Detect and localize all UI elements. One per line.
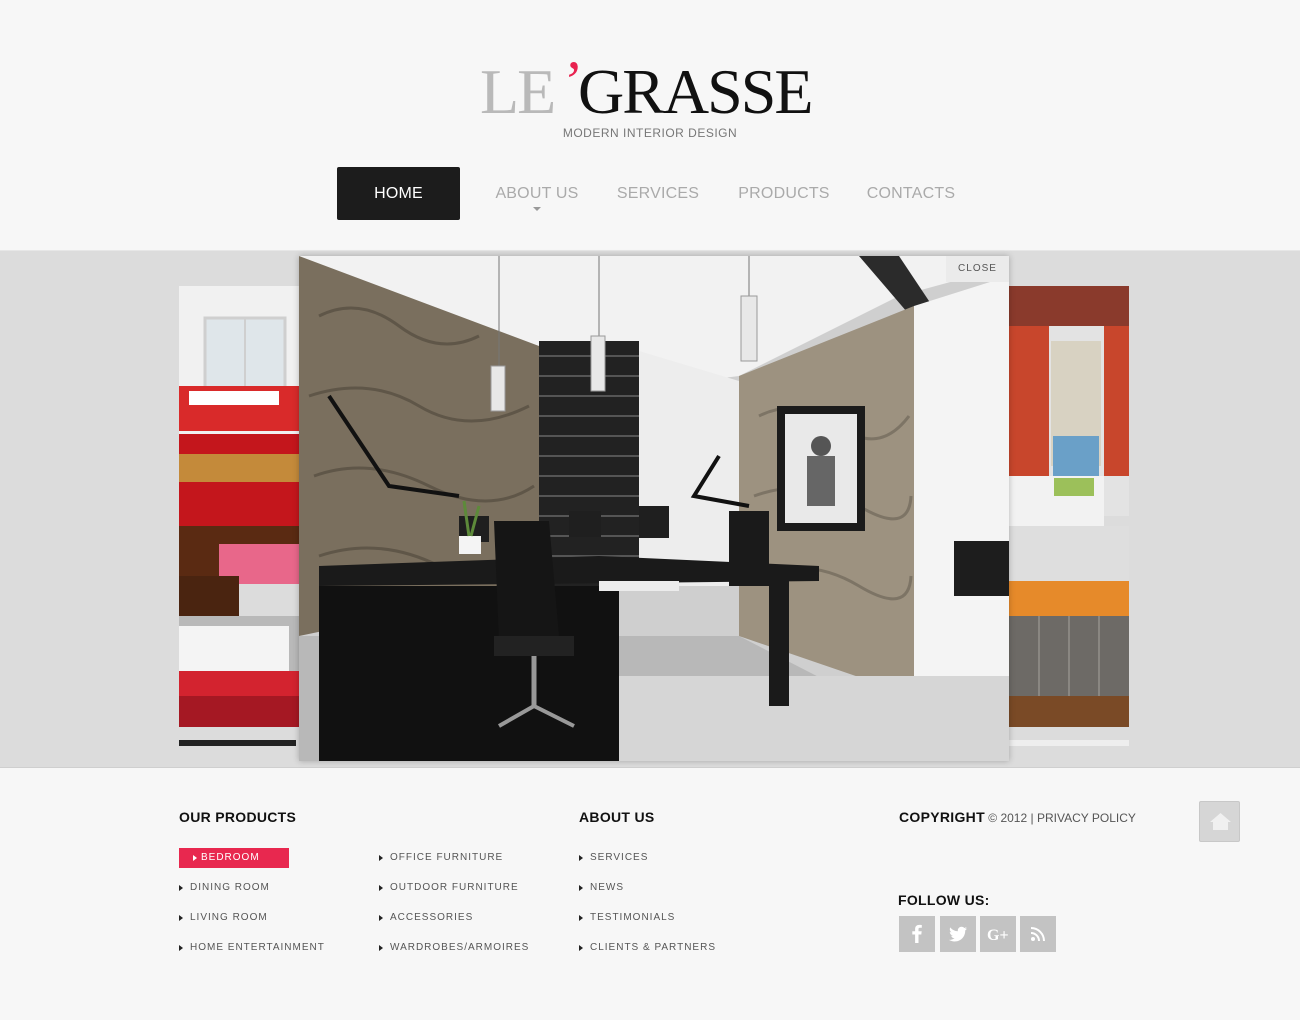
our-products-title: OUR PRODUCTS xyxy=(179,809,297,825)
footer-link-office-furniture[interactable]: OFFICE FURNITURE xyxy=(378,848,503,868)
slide-progress-left xyxy=(179,740,296,746)
copyright-line: COPYRIGHT © 2012 | PRIVACY POLICY xyxy=(899,809,1136,825)
twitter-icon[interactable] xyxy=(940,916,976,952)
footer-link-bedroom[interactable]: BEDROOM xyxy=(179,848,289,868)
footer-link-wardrobes[interactable]: WARDROBES/ARMOIRES xyxy=(378,938,529,958)
footer-link-dining-room[interactable]: DINING ROOM xyxy=(178,878,270,898)
nav-home[interactable]: HOME xyxy=(337,167,460,220)
logo-grasse: GRASSE xyxy=(578,56,813,127)
footer-link-testimonials[interactable]: TESTIMONIALS xyxy=(578,908,675,928)
close-button[interactable]: CLOSE xyxy=(946,256,1009,282)
footer-link-accessories[interactable]: ACCESSORIES xyxy=(378,908,473,928)
follow-us-title: FOLLOW US: xyxy=(898,892,990,908)
svg-text:G+: G+ xyxy=(987,927,1009,944)
footer-link-clients-partners[interactable]: CLIENTS & PARTNERS xyxy=(578,938,716,958)
chevron-down-icon xyxy=(533,207,541,211)
back-to-top-button[interactable] xyxy=(1199,801,1240,842)
facebook-icon[interactable] xyxy=(899,916,935,952)
site-header: LE ’ GRASSE MODERN INTERIOR DESIGN HOME … xyxy=(0,0,1300,250)
slide-progress-right xyxy=(1009,740,1129,746)
nav-about-us[interactable]: ABOUT US xyxy=(487,167,587,220)
nav-services[interactable]: SERVICES xyxy=(611,167,705,220)
footer-link-home-entertainment[interactable]: HOME ENTERTAINMENT xyxy=(178,938,325,958)
main-slide[interactable]: CLOSE xyxy=(299,256,1009,761)
nav-products[interactable]: PRODUCTS xyxy=(734,167,834,220)
copyright-year: © 2012 | xyxy=(988,811,1034,825)
google-plus-icon[interactable]: G+ xyxy=(980,916,1016,952)
copyright-label: COPYRIGHT xyxy=(899,809,985,825)
left-thumbnail[interactable] xyxy=(179,286,299,727)
right-thumbnail[interactable] xyxy=(1009,286,1129,727)
logo-le: LE xyxy=(480,56,556,127)
privacy-policy-link[interactable]: PRIVACY POLICY xyxy=(1037,811,1136,825)
site-footer: OUR PRODUCTS BEDROOM DINING ROOM LIVING … xyxy=(0,768,1300,1020)
orange-living-room-image xyxy=(1009,286,1129,727)
footer-link-living-room[interactable]: LIVING ROOM xyxy=(178,908,268,928)
site-tagline: MODERN INTERIOR DESIGN xyxy=(562,126,738,140)
red-bedroom-image xyxy=(179,286,299,727)
nav-contacts[interactable]: CONTACTS xyxy=(862,167,960,220)
footer-link-outdoor-furniture[interactable]: OUTDOOR FURNITURE xyxy=(378,878,519,898)
nav-about-us-label: ABOUT US xyxy=(495,185,579,202)
site-logo[interactable]: LE ’ GRASSE xyxy=(480,50,825,127)
slider-band: CLOSE xyxy=(0,250,1300,768)
rss-icon[interactable] xyxy=(1020,916,1056,952)
home-icon xyxy=(1210,813,1231,830)
footer-link-news[interactable]: NEWS xyxy=(578,878,624,898)
footer-link-services[interactable]: SERVICES xyxy=(578,848,648,868)
about-us-title: ABOUT US xyxy=(579,809,655,825)
modern-office-image xyxy=(299,256,1009,761)
